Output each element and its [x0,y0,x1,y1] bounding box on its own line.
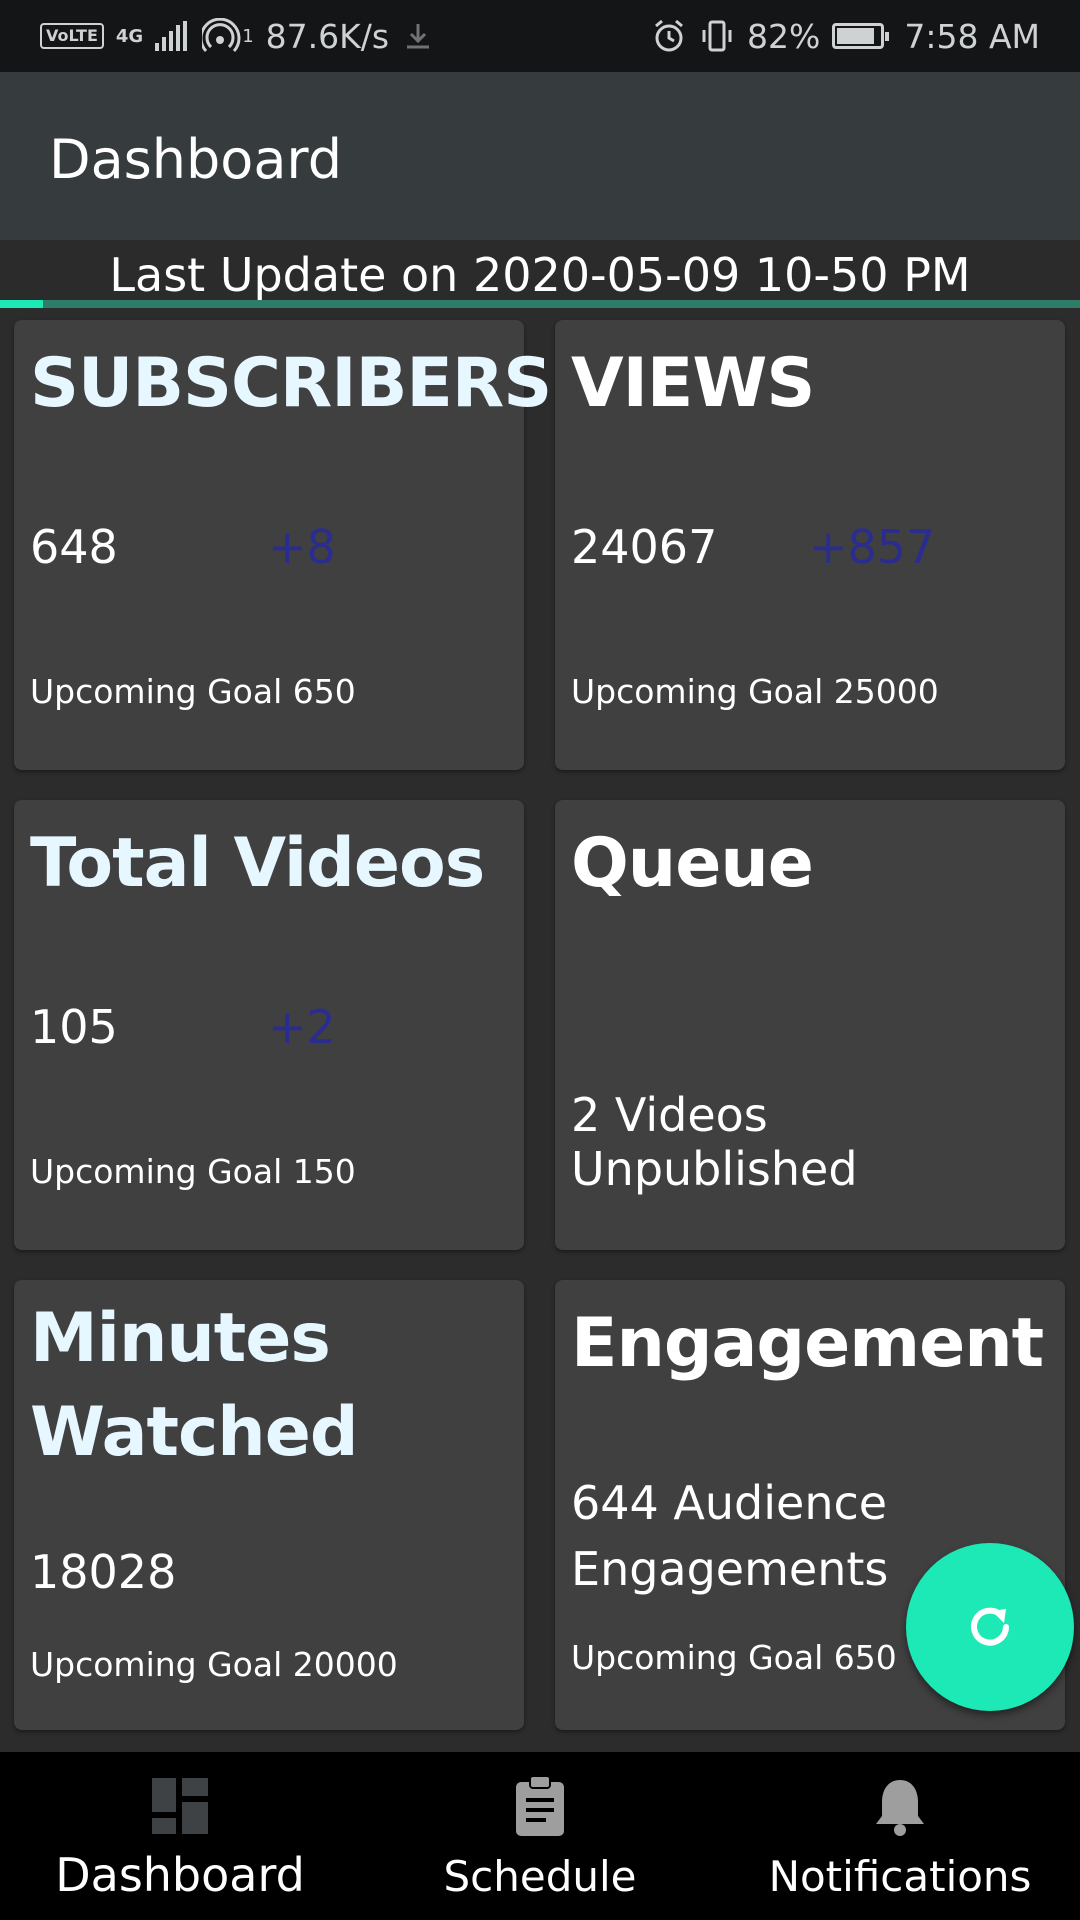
queue-card[interactable]: Queue 2 Videos Unpublished [555,800,1065,1250]
last-update-text: Last Update on 2020-05-09 10-50 PM [109,248,971,302]
refresh-progress-fill [0,300,44,308]
refresh-progress-bar [0,300,1080,308]
network-speed: 87.6K/s [265,16,390,56]
subscribers-card[interactable]: SUBSCRIBERS 648 +8 Upcoming Goal 650 [14,320,552,770]
view-count: 24067 [571,520,718,574]
app-bar: Dashboard [0,72,1080,240]
refresh-button[interactable] [906,1543,1074,1711]
signal-icon [155,21,190,51]
view-delta: +857 [809,520,936,574]
video-count: 105 [30,1000,118,1054]
last-update-strip: Last Update on 2020-05-09 10-50 PM [0,240,1080,308]
nav-notifications[interactable]: Notifications [720,1752,1080,1920]
status-bar-right: 82% 7:58 AM [639,0,1040,72]
nav-dashboard[interactable]: Dashboard [0,1752,360,1920]
card-title: Total Videos [30,824,485,903]
status-bar: VoLTE 4G 1 87.6K/s 82% 7:58 AM [0,0,1080,72]
nav-schedule[interactable]: Schedule [360,1752,720,1920]
refresh-icon [971,1607,1009,1646]
alarm-icon [651,18,687,54]
engagement-line-1: 644 Audience [571,1476,888,1530]
video-delta: +2 [268,1000,336,1054]
card-title: Minutes Watched [30,1292,358,1480]
network-type: 4G [115,25,144,47]
hotspot-count: 1 [242,25,254,47]
card-title: Queue [571,824,814,903]
card-title: Engagement [571,1304,1044,1383]
engagement-line-2: Engagements [571,1542,889,1596]
minutes-watched-card[interactable]: Minutes Watched 18028 Upcoming Goal 2000… [14,1280,524,1730]
nav-label: Schedule [443,1852,637,1901]
engagement-goal: Upcoming Goal 650 [571,1638,897,1677]
clipboard-icon [516,1775,564,1836]
queue-status: 2 Videos Unpublished [571,1088,858,1196]
subscriber-goal: Upcoming Goal 650 [30,672,356,711]
subscriber-delta: +8 [268,520,336,574]
bell-icon [876,1780,924,1836]
nav-label: Notifications [768,1852,1032,1901]
minutes-count: 18028 [30,1545,177,1599]
card-title-line-1: Minutes [30,1299,331,1378]
subscriber-count: 648 [30,520,118,574]
status-bar-left: VoLTE 4G 1 87.6K/s [40,0,447,72]
hotspot-icon: 1 [202,18,254,54]
total-videos-card[interactable]: Total Videos 105 +2 Upcoming Goal 150 [14,800,524,1250]
page-title: Dashboard [49,128,342,191]
card-title: VIEWS [571,344,815,423]
download-icon [401,19,435,53]
dashboard-icon [152,1778,208,1834]
battery-icon [832,23,890,49]
video-goal: Upcoming Goal 150 [30,1152,356,1191]
engagement-count: 644 Audience Engagements [571,1470,911,1602]
vibrate-icon [699,18,735,54]
clock: 7:58 AM [904,16,1040,56]
views-card[interactable]: VIEWS 24067 +857 Upcoming Goal 25000 [555,320,1065,770]
minutes-goal: Upcoming Goal 20000 [30,1645,398,1684]
view-goal: Upcoming Goal 25000 [571,672,939,711]
nav-label: Dashboard [55,1848,305,1902]
card-title: SUBSCRIBERS [30,344,552,423]
battery-percent: 82% [746,16,821,56]
volte-badge: VoLTE [40,23,104,49]
bottom-navigation: Dashboard Schedule Notifications [0,1752,1080,1920]
card-title-line-2: Watched [30,1393,358,1472]
